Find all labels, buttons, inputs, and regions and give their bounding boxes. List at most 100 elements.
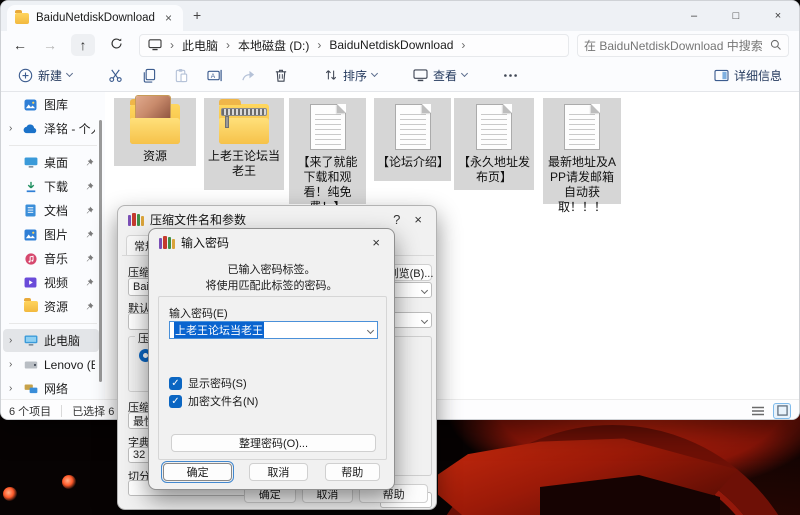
large-icons-view-icon bbox=[777, 405, 788, 416]
text-document-icon bbox=[476, 104, 512, 150]
sidebar-item-label: 桌面 bbox=[44, 154, 79, 171]
show-password-checkbox[interactable]: ✓ 显示密码(S) bbox=[169, 375, 247, 391]
chevron-right-icon[interactable]: › bbox=[9, 383, 17, 394]
breadcrumb-drive-d[interactable]: 本地磁盘 (D:) bbox=[238, 37, 309, 54]
delete-button[interactable] bbox=[267, 64, 295, 87]
chevron-down-icon[interactable] bbox=[367, 326, 374, 333]
sidebar-item-this-pc[interactable]: › 此电脑 bbox=[3, 329, 99, 352]
icons-view-toggle[interactable] bbox=[773, 403, 791, 419]
file-item-zip-folder[interactable]: 上老王论坛当老王 bbox=[204, 98, 284, 190]
up-button[interactable]: ↑ bbox=[71, 34, 95, 56]
sidebar-item-label: 图库 bbox=[44, 96, 95, 113]
folder-icon bbox=[23, 300, 38, 313]
encrypt-filenames-checkbox[interactable]: ✓ 加密文件名(N) bbox=[169, 393, 258, 409]
tab-close-icon[interactable]: × bbox=[162, 11, 175, 25]
password-input-label: 输入密码(E) bbox=[169, 305, 228, 321]
file-item-folder-ziyuan[interactable]: 资源 bbox=[114, 98, 196, 166]
help-button[interactable]: 帮助 bbox=[325, 463, 380, 481]
file-item-text-doc[interactable]: 【永久地址发布页】 bbox=[454, 98, 534, 190]
copy-button[interactable] bbox=[134, 64, 163, 87]
breadcrumb-chevron-icon: › bbox=[170, 38, 174, 52]
sidebar-item-lenovo-e[interactable]: › Lenovo (E:) bbox=[3, 353, 99, 376]
view-button[interactable]: 查看 bbox=[406, 63, 474, 88]
sidebar-item-documents[interactable]: 文档 bbox=[3, 199, 99, 222]
chevron-right-icon[interactable]: › bbox=[9, 335, 17, 346]
sidebar-item-label: 此电脑 bbox=[44, 332, 95, 349]
ok-label: 确定 bbox=[187, 464, 209, 480]
sidebar-item-downloads[interactable]: 下载 bbox=[3, 175, 99, 198]
command-toolbar: 新建 A 排序 查看 bbox=[1, 59, 799, 92]
sidebar-item-network[interactable]: › 网络 bbox=[3, 377, 99, 399]
sort-button-label: 排序 bbox=[343, 67, 367, 84]
help-icon[interactable]: ? bbox=[389, 212, 404, 227]
organize-passwords-button[interactable]: 整理密码(O)... bbox=[171, 434, 376, 452]
sort-button[interactable]: 排序 bbox=[317, 63, 384, 88]
details-view-toggle[interactable] bbox=[749, 403, 767, 419]
search-placeholder: 在 BaiduNetdiskDownload 中搜索 bbox=[584, 37, 764, 54]
sidebar-item-onedrive[interactable]: › 泽铭 - 个人 bbox=[3, 117, 99, 140]
more-options-button[interactable] bbox=[496, 65, 525, 86]
sidebar-item-ziyuan-folder[interactable]: 资源 bbox=[3, 295, 99, 318]
pin-icon bbox=[85, 180, 95, 194]
browse-button[interactable]: 浏览(B)... bbox=[389, 264, 432, 281]
tab-title: BaiduNetdiskDownload bbox=[36, 12, 155, 24]
file-item-text-doc[interactable]: 【来了就能下载和观看！纯免费！】 bbox=[289, 98, 366, 204]
new-tab-button[interactable]: + bbox=[193, 7, 201, 23]
breadcrumb-chevron-icon: › bbox=[461, 38, 465, 52]
enter-password-dialog: 输入密码 × 已输入密码标签。 将使用匹配此标签的密码。 输入密码(E) 上老王… bbox=[148, 228, 395, 490]
drive-icon bbox=[23, 358, 38, 371]
sidebar-item-gallery[interactable]: 图库 bbox=[3, 93, 99, 116]
chevron-right-icon[interactable]: › bbox=[9, 123, 17, 134]
explorer-tab-active[interactable]: BaiduNetdiskDownload × bbox=[7, 5, 183, 31]
desktop-icon bbox=[23, 156, 38, 169]
pictures-icon bbox=[23, 228, 38, 241]
plus-circle-icon bbox=[18, 68, 33, 83]
close-icon[interactable]: × bbox=[410, 212, 426, 227]
message-line-1: 已输入密码标签。 bbox=[149, 262, 394, 278]
sidebar-scrollbar[interactable] bbox=[99, 120, 102, 382]
password-input[interactable]: 上老王论坛当老王 bbox=[169, 321, 378, 339]
dialog-title: 输入密码 bbox=[181, 234, 362, 251]
text-document-icon bbox=[564, 104, 600, 150]
cut-button[interactable] bbox=[101, 64, 130, 87]
search-input[interactable]: 在 BaiduNetdiskDownload 中搜索 bbox=[577, 34, 789, 57]
minimize-button[interactable]: – bbox=[673, 1, 715, 31]
breadcrumb-current-folder[interactable]: BaiduNetdiskDownload bbox=[329, 38, 453, 52]
ok-button[interactable]: 确定 bbox=[163, 463, 232, 481]
back-button[interactable]: ← bbox=[5, 37, 35, 53]
file-item-text-doc[interactable]: 【论坛介绍】 bbox=[374, 98, 451, 181]
close-button[interactable]: × bbox=[757, 1, 799, 31]
encrypt-filenames-label: 加密文件名(N) bbox=[188, 393, 258, 409]
paste-button[interactable] bbox=[167, 64, 196, 87]
rename-button[interactable]: A bbox=[200, 64, 230, 87]
search-icon bbox=[770, 39, 782, 51]
sidebar-item-music[interactable]: 音乐 bbox=[3, 247, 99, 270]
details-pane-button[interactable]: 详细信息 bbox=[707, 63, 789, 88]
breadcrumb-chevron-icon: › bbox=[317, 38, 321, 52]
options-dropdown[interactable] bbox=[389, 312, 432, 328]
sidebar-item-pictures[interactable]: 图片 bbox=[3, 223, 99, 246]
cancel-button[interactable]: 取消 bbox=[249, 463, 307, 481]
forward-button[interactable]: → bbox=[35, 37, 65, 53]
sidebar-item-videos[interactable]: 视频 bbox=[3, 271, 99, 294]
chevron-right-icon[interactable]: › bbox=[9, 359, 17, 370]
documents-icon bbox=[23, 204, 38, 217]
sidebar-item-desktop[interactable]: 桌面 bbox=[3, 151, 99, 174]
maximize-button[interactable]: □ bbox=[715, 1, 757, 31]
view-button-label: 查看 bbox=[433, 67, 457, 84]
close-icon[interactable]: × bbox=[368, 235, 384, 250]
sidebar-separator bbox=[9, 323, 97, 324]
pin-icon bbox=[85, 204, 95, 218]
breadcrumb-this-pc[interactable]: 此电脑 bbox=[182, 37, 218, 54]
sidebar-item-label: 下载 bbox=[44, 178, 79, 195]
share-button[interactable] bbox=[234, 64, 263, 87]
refresh-button[interactable] bbox=[101, 37, 131, 53]
sidebar-item-label: 文档 bbox=[44, 202, 79, 219]
new-button[interactable]: 新建 bbox=[11, 63, 79, 88]
dialog-title-bar: 输入密码 × bbox=[149, 229, 394, 256]
update-mode-dropdown[interactable] bbox=[389, 282, 432, 298]
chevron-down-icon bbox=[461, 70, 468, 77]
winrar-icon bbox=[159, 236, 175, 249]
file-item-text-doc[interactable]: 最新地址及APP请发邮箱自动获取！！！ bbox=[543, 98, 621, 204]
chevron-down-icon bbox=[66, 70, 73, 77]
